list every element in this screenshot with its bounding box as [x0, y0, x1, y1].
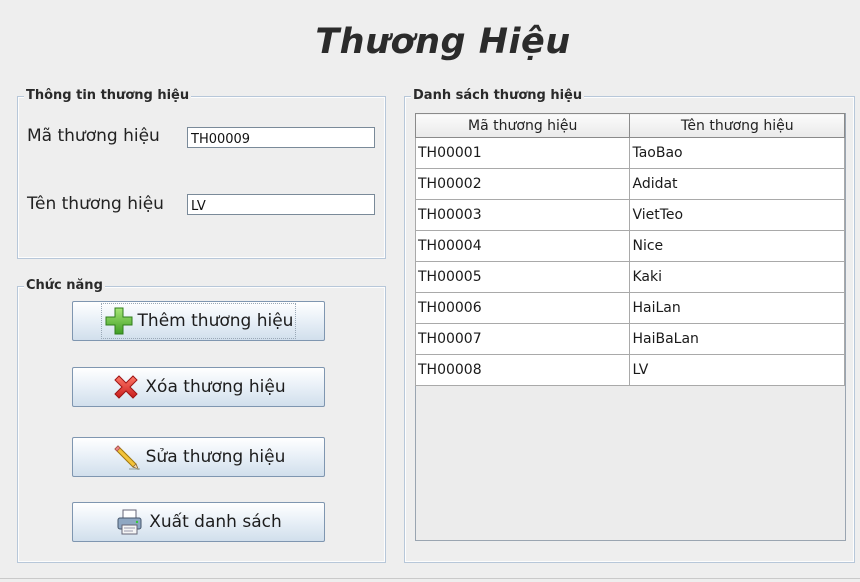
table-row[interactable]: TH00008 LV	[414, 354, 845, 386]
pencil-icon	[112, 442, 142, 472]
cell-code: TH00001	[414, 137, 631, 169]
functions-group: Chức năng Thêm thương hiệu Xóa thương hi…	[17, 278, 386, 563]
cell-code: TH00003	[414, 199, 631, 231]
brand-table: Mã thương hiệu Tên thương hiệu TH00001 T…	[414, 113, 845, 386]
delete-brand-button[interactable]: Xóa thương hiệu	[72, 367, 325, 407]
brand-info-group: Thông tin thương hiệu Mã thương hiệu TH0…	[17, 88, 386, 259]
table-row[interactable]: TH00003 VietTeo	[414, 199, 845, 231]
brand-info-group-label: Thông tin thương hiệu	[24, 88, 192, 104]
table-header-row: Mã thương hiệu Tên thương hiệu	[414, 113, 845, 138]
cell-name: Kaki	[629, 261, 845, 293]
window-bottom-divider	[0, 578, 860, 579]
plus-icon	[104, 306, 134, 336]
cell-name: Nice	[629, 230, 845, 262]
add-brand-button-label: Thêm thương hiệu	[137, 311, 294, 331]
table-row[interactable]: TH00001 TaoBao	[414, 137, 845, 169]
page-title: Thương Hiệu	[315, 22, 571, 62]
cell-code: TH00002	[414, 168, 631, 200]
export-list-button[interactable]: Xuất danh sách	[72, 502, 325, 542]
cell-name: Adidat	[629, 168, 845, 200]
export-list-button-label: Xuất danh sách	[149, 512, 282, 532]
cell-code: TH00007	[414, 323, 631, 355]
add-brand-button[interactable]: Thêm thương hiệu	[72, 301, 325, 341]
cell-code: TH00005	[414, 261, 631, 293]
cell-code: TH00008	[414, 354, 631, 386]
printer-icon	[115, 507, 145, 537]
cell-name: HaiLan	[629, 292, 845, 324]
brand-name-label: Tên thương hiệu	[27, 194, 164, 214]
functions-group-label: Chức năng	[24, 278, 105, 294]
brand-code-label: Mã thương hiệu	[27, 126, 160, 146]
delete-x-icon	[111, 372, 141, 402]
column-header-code[interactable]: Mã thương hiệu	[414, 113, 631, 138]
cell-name: TaoBao	[629, 137, 845, 169]
column-header-name[interactable]: Tên thương hiệu	[629, 113, 845, 138]
cell-code: TH00006	[414, 292, 631, 324]
table-row[interactable]: TH00005 Kaki	[414, 261, 845, 293]
cell-name: LV	[629, 354, 845, 386]
brand-list-group: Danh sách thương hiệu Mã thương hiệu Tên…	[404, 88, 855, 563]
cell-code: TH00004	[414, 230, 631, 262]
delete-brand-button-label: Xóa thương hiệu	[145, 377, 286, 397]
cell-name: HaiBaLan	[629, 323, 845, 355]
table-row[interactable]: TH00002 Adidat	[414, 168, 845, 200]
table-row[interactable]: TH00004 Nice	[414, 230, 845, 262]
brand-list-group-label: Danh sách thương hiệu	[411, 88, 585, 104]
brand-code-field[interactable]: TH00009	[187, 127, 375, 148]
table-row[interactable]: TH00006 HaiLan	[414, 292, 845, 324]
table-row[interactable]: TH00007 HaiBaLan	[414, 323, 845, 355]
edit-brand-button-label: Sửa thương hiệu	[145, 447, 286, 467]
cell-name: VietTeo	[629, 199, 845, 231]
edit-brand-button[interactable]: Sửa thương hiệu	[72, 437, 325, 477]
brand-name-field[interactable]: LV	[187, 194, 375, 215]
